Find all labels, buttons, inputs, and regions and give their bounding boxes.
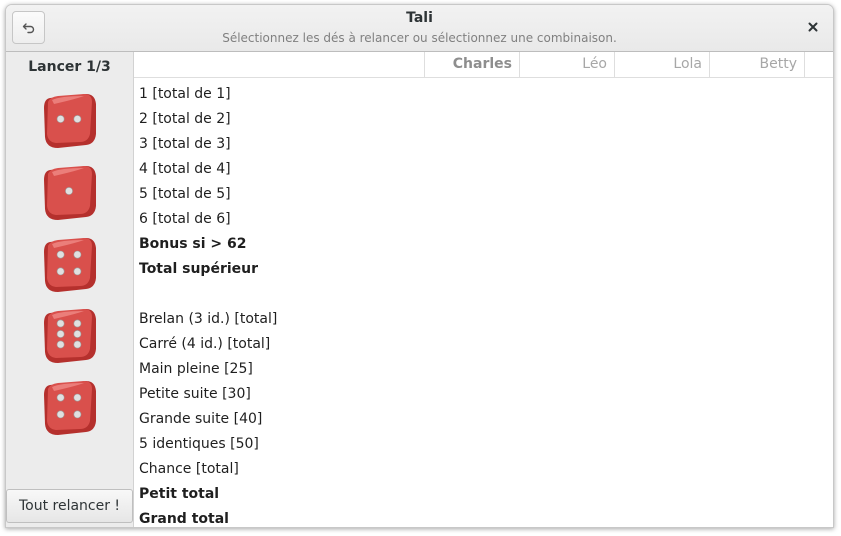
score-row[interactable]: 2 [total de 2] [139, 107, 231, 132]
score-row[interactable]: 6 [total de 6] [139, 207, 231, 232]
score-row[interactable]: 5 [total de 5] [139, 182, 231, 207]
score-row: Bonus si > 62 [139, 236, 247, 252]
die-4[interactable] [40, 305, 100, 365]
score-row[interactable]: Chance [total] [139, 457, 239, 482]
player-column-1: Charles [424, 52, 518, 77]
score-row: Total supérieur [139, 261, 259, 277]
reroll-all-button[interactable]: Tout relancer ! [6, 489, 133, 523]
close-icon [808, 22, 818, 32]
score-row[interactable]: 1 [total de 1] [139, 82, 231, 107]
score-row[interactable]: 5 identiques [50] [139, 432, 259, 457]
player-column-4: Betty [709, 52, 803, 77]
score-row[interactable]: Carré (4 id.) [total] [139, 332, 270, 357]
die-2[interactable] [40, 162, 100, 222]
score-row[interactable]: 4 [total de 4] [139, 157, 231, 182]
score-header: Charles Léo Lola Betty [134, 52, 833, 78]
tali-window: Tali Sélectionnez les dés à relancer ou … [5, 4, 834, 528]
die-3[interactable] [40, 234, 100, 294]
player-column-2: Léo [519, 52, 613, 77]
window-subtitle: Sélectionnez les dés à relancer ou sélec… [222, 31, 617, 45]
die-1[interactable] [40, 90, 100, 150]
score-table: Charles Léo Lola Betty 1 [total de 1] 2 [tot… [134, 52, 833, 527]
score-row[interactable]: 3 [total de 3] [139, 132, 231, 157]
score-row[interactable]: Petite suite [30] [139, 382, 251, 407]
header-bar: Tali Sélectionnez les dés à relancer ou … [6, 5, 833, 52]
score-row: Grand total [139, 511, 229, 527]
dice-panel: Lancer 1/3 Tout relancer ! [6, 52, 134, 527]
window-title: Tali [406, 10, 433, 26]
score-row[interactable]: Brelan (3 id.) [total] [139, 307, 277, 332]
roll-counter: Lancer 1/3 [28, 59, 111, 75]
column-divider [804, 52, 805, 77]
score-row[interactable]: Main pleine [25] [139, 357, 253, 382]
close-button[interactable] [803, 17, 823, 37]
score-row[interactable]: Grande suite [40] [139, 407, 262, 432]
score-row: Petit total [139, 486, 220, 502]
die-5[interactable] [40, 377, 100, 437]
player-column-3: Lola [614, 52, 708, 77]
